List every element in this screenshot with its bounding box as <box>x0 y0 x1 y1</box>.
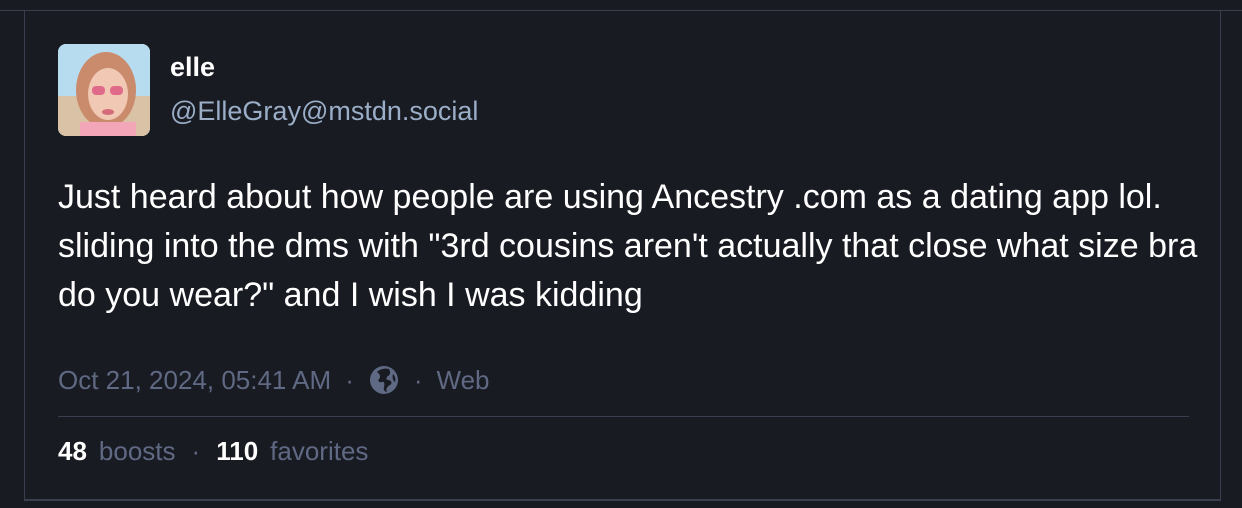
post-card: elle @ElleGray@mstdn.social Just heard a… <box>24 10 1221 501</box>
boosts-count[interactable]: 48 <box>58 435 87 467</box>
account-handle[interactable]: @ElleGray@mstdn.social <box>170 95 478 127</box>
avatar[interactable] <box>58 44 150 136</box>
favorites-label[interactable]: favorites <box>270 435 368 467</box>
globe-icon <box>368 364 400 396</box>
post-meta: Oct 21, 2024, 05:41 AM · · Web <box>58 364 490 396</box>
meta-separator: · <box>345 365 354 395</box>
post-stats: 48 boosts · 110 favorites <box>58 435 368 467</box>
post-timestamp[interactable]: Oct 21, 2024, 05:41 AM <box>58 364 331 396</box>
display-name[interactable]: elle <box>170 51 215 83</box>
meta-separator: · <box>413 365 423 395</box>
post-content: Just heard about how people are using An… <box>58 178 1198 314</box>
top-border-left <box>0 10 24 11</box>
top-border-right <box>1221 10 1242 11</box>
stats-separator: · <box>191 436 201 466</box>
favorites-count[interactable]: 110 <box>216 435 258 467</box>
avatar-image <box>58 44 150 136</box>
boosts-label[interactable]: boosts <box>99 435 176 467</box>
divider <box>58 416 1189 417</box>
post-application: Web <box>436 365 490 395</box>
